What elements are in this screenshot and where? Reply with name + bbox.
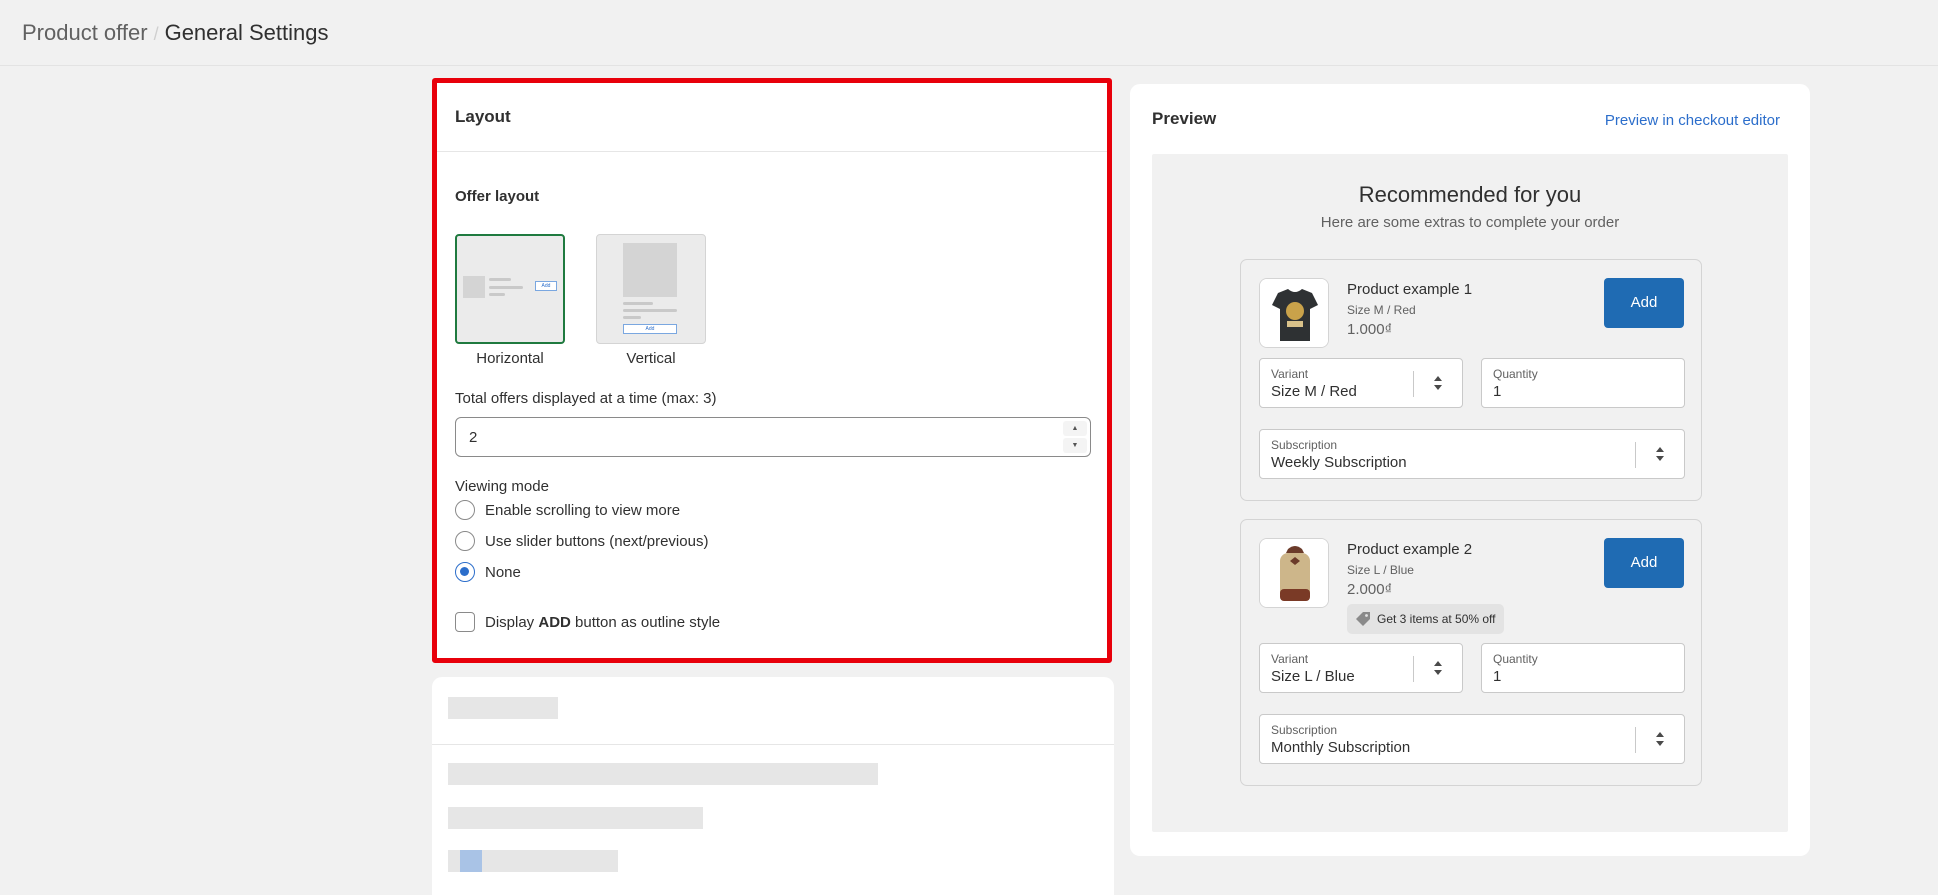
variant-label: Variant <box>1271 652 1309 666</box>
variant-value: Size M / Red <box>1271 383 1357 400</box>
mini-image-placeholder <box>623 243 677 297</box>
select-arrows-icon <box>1434 376 1442 390</box>
backpack-icon <box>1259 538 1329 608</box>
top-bar: Product offer / General Settings <box>0 0 1938 66</box>
viewing-mode-scrolling[interactable]: Enable scrolling to view more <box>455 500 680 520</box>
blurred-text <box>448 763 878 785</box>
outline-style-option[interactable]: Display ADD button as outline style <box>455 612 720 632</box>
subscription-select[interactable]: Subscription Weekly Subscription <box>1259 429 1685 479</box>
outline-style-checkbox[interactable] <box>455 612 475 632</box>
quantity-value: 1 <box>1493 668 1502 685</box>
add-button[interactable]: Add <box>1604 538 1684 588</box>
increment-button[interactable]: ▲ <box>1063 421 1087 436</box>
subscription-select[interactable]: Subscription Monthly Subscription <box>1259 714 1685 764</box>
blurred-title <box>448 697 558 719</box>
layout-card: Layout Offer layout Add Horizontal Add V… <box>432 78 1112 663</box>
blurred-checkbox <box>460 850 482 872</box>
variant-select[interactable]: Variant Size M / Red <box>1259 358 1463 408</box>
layout-option-horizontal-label: Horizontal <box>476 350 544 367</box>
subscription-value: Monthly Subscription <box>1271 739 1411 756</box>
select-arrows-icon <box>1656 732 1664 746</box>
product-name: Product example 2 <box>1347 541 1473 558</box>
mini-line <box>489 278 511 281</box>
outline-label-bold: ADD <box>538 613 571 631</box>
recommended-heading: Recommended for you <box>1358 182 1582 207</box>
total-offers-input[interactable]: 2 ▲ ▼ <box>455 417 1091 457</box>
subscription-value: Weekly Subscription <box>1271 454 1407 471</box>
preview-title: Preview <box>1152 109 1217 128</box>
total-offers-label-text: Total offers displayed at a time (max: 3… <box>455 390 717 407</box>
mini-add-button: Add <box>623 324 677 334</box>
product-price: 1.000₫ <box>1347 321 1393 338</box>
product-variant-text: Size L / Blue <box>1347 563 1414 577</box>
quantity-input[interactable]: Quantity 1 <box>1481 358 1685 408</box>
layout-card-title: Layout <box>437 83 1107 152</box>
blurred-settings-card <box>432 677 1114 895</box>
offer-card: Product example 1 Size M / Red 1.000₫ Ad… <box>1240 259 1702 501</box>
total-offers-value: 2 <box>469 429 478 446</box>
mini-line <box>623 309 677 312</box>
offer-layout-label: Offer layout <box>455 188 540 205</box>
viewing-mode-none-label: None <box>485 563 521 581</box>
mini-line <box>489 286 523 289</box>
radio-button[interactable] <box>455 500 475 520</box>
subscription-label: Subscription <box>1271 723 1338 737</box>
preview-in-checkout-editor-link[interactable]: Preview in checkout editor <box>1605 112 1780 129</box>
mini-line <box>489 293 505 296</box>
quantity-value: 1 <box>1493 383 1502 400</box>
radio-button-checked[interactable] <box>455 562 475 582</box>
mini-line <box>623 302 653 305</box>
subscription-label: Subscription <box>1271 438 1338 452</box>
number-spinner: ▲ ▼ <box>1063 421 1087 453</box>
add-button[interactable]: Add <box>1604 278 1684 328</box>
outline-label-prefix: Display <box>485 613 539 631</box>
select-arrows-icon <box>1434 661 1442 675</box>
product-variant-text: Size M / Red <box>1347 303 1416 317</box>
select-divider <box>1635 727 1636 753</box>
tag-icon <box>1356 612 1370 626</box>
outline-label-suffix: button as outline style <box>570 613 721 631</box>
product-price: 2.000₫ <box>1347 581 1393 598</box>
offer-card: Product example 2 Size L / Blue 2.000₫ A… <box>1240 519 1702 786</box>
variant-value: Size L / Blue <box>1271 668 1355 685</box>
viewing-mode-scrolling-label: Enable scrolling to view more <box>485 501 681 519</box>
blurred-text <box>448 807 703 829</box>
viewing-mode-none[interactable]: None <box>455 562 521 582</box>
recommended-subheading: Here are some extras to complete your or… <box>1320 214 1620 231</box>
quantity-label: Quantity <box>1493 367 1538 381</box>
breadcrumb: Product offer / General Settings <box>22 20 328 46</box>
product-name: Product example 1 <box>1347 281 1473 298</box>
mini-line <box>623 316 641 319</box>
divider <box>432 744 1114 745</box>
select-arrows-icon <box>1656 447 1664 461</box>
select-divider <box>1413 656 1414 682</box>
tshirt-icon <box>1259 278 1329 348</box>
page-title: General Settings <box>164 20 329 45</box>
outline-style-label: Display ADD button as outline style <box>485 614 720 631</box>
viewing-mode-label: Viewing mode <box>455 478 549 495</box>
radio-button[interactable] <box>455 531 475 551</box>
quantity-label: Quantity <box>1493 652 1538 666</box>
layout-option-vertical[interactable]: Add <box>596 234 706 344</box>
breadcrumb-product-offer[interactable]: Product offer <box>22 20 148 46</box>
decrement-button[interactable]: ▼ <box>1063 438 1087 453</box>
viewing-mode-label-text: Viewing mode <box>455 478 549 495</box>
discount-badge: Get 3 items at 50% off <box>1347 604 1504 634</box>
mini-add-button: Add <box>535 281 557 291</box>
preview-area: Recommended for you Here are some extras… <box>1152 154 1788 832</box>
breadcrumb-separator: / <box>153 24 159 44</box>
layout-option-horizontal[interactable]: Add <box>455 234 565 344</box>
mini-image-placeholder <box>463 276 485 298</box>
quantity-input[interactable]: Quantity 1 <box>1481 643 1685 693</box>
variant-label: Variant <box>1271 367 1309 381</box>
total-offers-label: Total offers displayed at a time (max: 3… <box>455 390 717 407</box>
layout-option-vertical-label: Vertical <box>626 350 676 367</box>
variant-select[interactable]: Variant Size L / Blue <box>1259 643 1463 693</box>
preview-card: Preview Preview in checkout editor Recom… <box>1130 84 1810 856</box>
viewing-mode-slider-label: Use slider buttons (next/previous) <box>485 532 709 550</box>
select-divider <box>1635 442 1636 468</box>
viewing-mode-slider[interactable]: Use slider buttons (next/previous) <box>455 531 708 551</box>
discount-text: Get 3 items at 50% off <box>1377 612 1496 626</box>
select-divider <box>1413 371 1414 397</box>
